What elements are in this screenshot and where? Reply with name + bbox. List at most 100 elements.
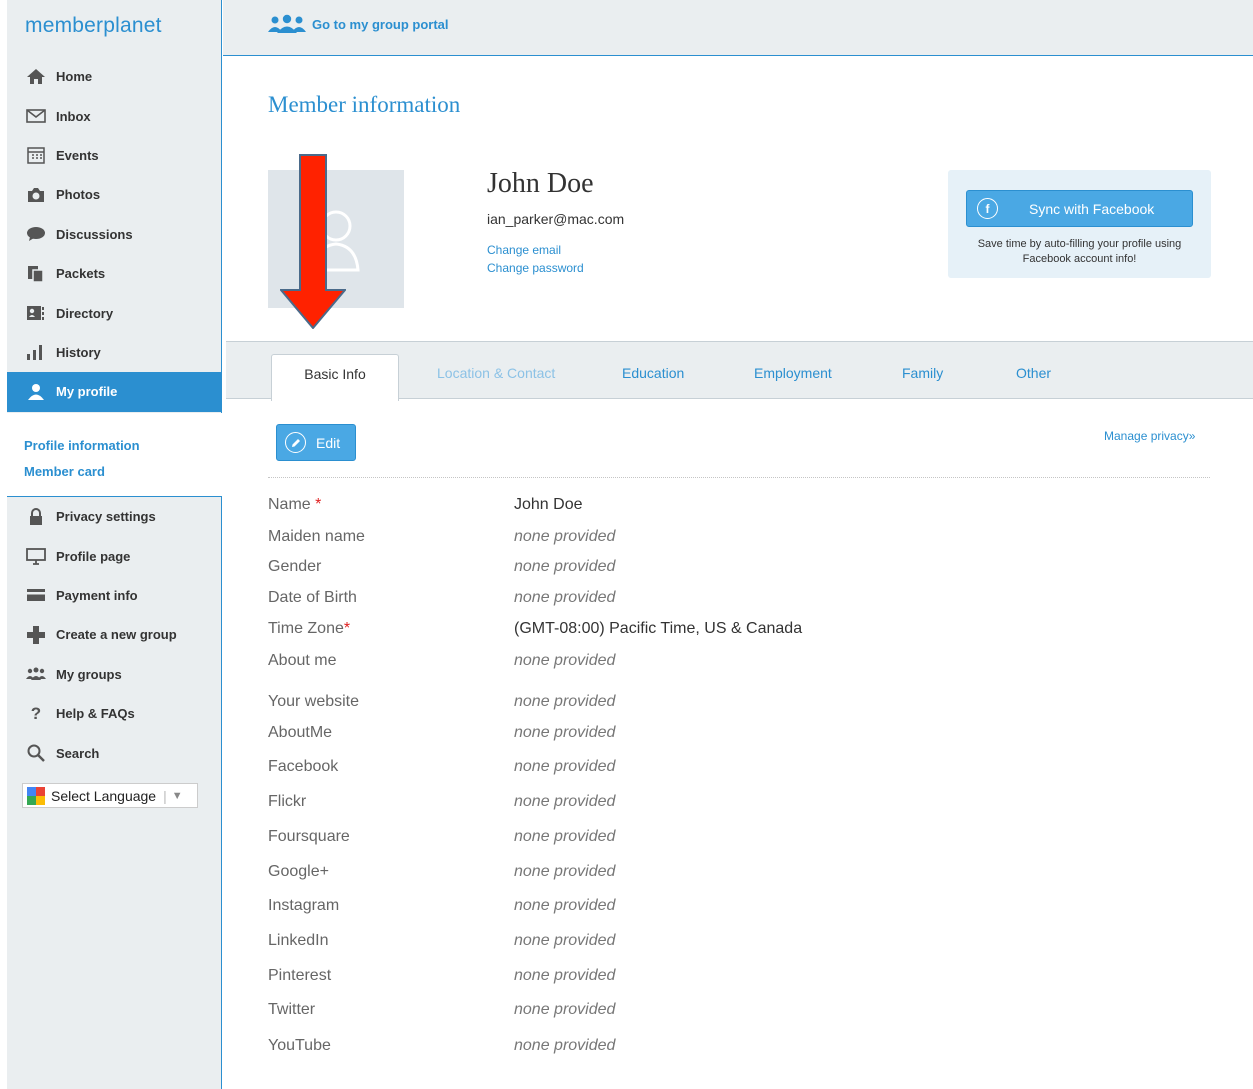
sidebar-item-my-groups[interactable]: My groups: [7, 655, 222, 694]
sidebar-item-help-faqs[interactable]: ? Help & FAQs: [7, 694, 222, 733]
field-label-instagram: Instagram: [268, 897, 340, 914]
tab-education[interactable]: Education: [622, 365, 684, 381]
question-icon: ?: [30, 703, 42, 723]
sidebar-item-directory[interactable]: Directory: [7, 293, 222, 332]
tab-employment[interactable]: Employment: [754, 365, 832, 381]
group-portal-link[interactable]: Go to my group portal: [268, 14, 449, 34]
subnav-profile-information[interactable]: Profile information: [24, 433, 222, 459]
language-select-divider: |: [163, 787, 167, 804]
sidebar-item-label: Payment info: [56, 587, 138, 603]
sidebar-item-label: Photos: [56, 187, 101, 203]
sync-facebook-label: Sync with Facebook: [1029, 200, 1155, 217]
plus-icon: [25, 625, 47, 644]
field-label-text: Name: [268, 496, 311, 513]
sidebar-item-my-profile[interactable]: My profile: [7, 372, 222, 412]
required-marker: *: [343, 620, 351, 637]
sidebar-item-photos[interactable]: Photos: [7, 175, 222, 214]
group-portal-label: Go to my group portal: [312, 16, 449, 32]
field-value-facebook: none provided: [514, 758, 616, 775]
sidebar-item-profile-page[interactable]: Profile page: [7, 536, 222, 575]
address-card-icon: [25, 304, 47, 322]
speech-bubble-icon: [25, 225, 47, 243]
sidebar-item-label: Packets: [56, 266, 106, 282]
tab-location-contact[interactable]: Location & Contact: [437, 365, 555, 381]
envelope-icon: [25, 107, 47, 125]
camera-icon: [25, 186, 47, 204]
field-label-gender: Gender: [268, 558, 322, 575]
sidebar-item-inbox[interactable]: Inbox: [7, 96, 222, 135]
field-value-instagram: none provided: [514, 897, 616, 914]
profile-subnav: Profile information Member card: [7, 413, 222, 497]
sidebar-item-label: Discussions: [56, 226, 133, 242]
manage-privacy-link[interactable]: Manage privacy»: [1104, 429, 1195, 443]
field-label-flickr: Flickr: [268, 793, 307, 810]
sidebar-item-home[interactable]: Home: [7, 57, 222, 96]
monitor-icon: [25, 547, 47, 565]
facebook-icon: f: [977, 198, 998, 219]
tab-other[interactable]: Other: [1016, 365, 1051, 381]
field-label-twitter: Twitter: [268, 1001, 316, 1018]
sidebar-item-privacy-settings[interactable]: Privacy settings: [7, 497, 222, 536]
memberplanet-logo[interactable]: memberplanet: [25, 14, 162, 38]
main-nav: Home Inbox Events Photos Discussions Pac…: [7, 57, 222, 412]
google-translate-icon: [27, 786, 45, 805]
field-label-pinterest: Pinterest: [268, 967, 332, 984]
field-value-google-plus: none provided: [514, 863, 616, 880]
language-select[interactable]: Select Language | ▼: [22, 783, 198, 808]
page-title: Member information: [268, 92, 461, 117]
field-label-your-website: Your website: [268, 693, 360, 710]
topbar: Go to my group portal: [223, 0, 1253, 56]
search-icon: [25, 744, 47, 762]
sidebar-item-label: Help & FAQs: [56, 706, 135, 722]
change-password-link[interactable]: Change password: [487, 261, 584, 275]
lock-icon: [25, 507, 47, 526]
field-value-your-website: none provided: [514, 693, 616, 710]
sidebar-item-label: History: [56, 344, 101, 360]
sidebar-item-history[interactable]: History: [7, 333, 222, 372]
profile-tabs: Basic Info Location & Contact Education …: [226, 341, 1253, 401]
field-label-date-of-birth: Date of Birth: [268, 589, 357, 606]
sidebar-item-label: My profile: [56, 384, 118, 400]
pencil-icon: [285, 432, 306, 453]
packets-icon: [25, 265, 47, 283]
subnav-member-card[interactable]: Member card: [24, 459, 222, 485]
tab-family[interactable]: Family: [902, 365, 943, 381]
field-value-gender: none provided: [514, 558, 616, 575]
sidebar-item-label: Privacy settings: [56, 509, 156, 525]
field-label-text: Time Zone: [268, 620, 344, 637]
change-email-link[interactable]: Change email: [487, 243, 561, 257]
edit-label: Edit: [316, 434, 341, 451]
sidebar-item-events[interactable]: Events: [7, 136, 222, 175]
sidebar-item-packets[interactable]: Packets: [7, 254, 222, 293]
field-label-time-zone: Time Zone*: [268, 620, 350, 638]
group-icon: [25, 665, 47, 683]
field-value-flickr: none provided: [514, 793, 616, 810]
field-label-facebook: Facebook: [268, 758, 339, 775]
sidebar-item-label: My groups: [56, 666, 122, 682]
facebook-note-line2: Facebook account info!: [1022, 253, 1137, 265]
member-name: John Doe: [487, 168, 594, 199]
sidebar-item-create-new-group[interactable]: Create a new group: [7, 615, 222, 654]
field-value-twitter: none provided: [514, 1001, 616, 1018]
sync-facebook-button[interactable]: f Sync with Facebook: [966, 190, 1193, 227]
field-value-aboutme: none provided: [514, 724, 616, 741]
tab-basic-info[interactable]: Basic Info: [271, 354, 399, 401]
bar-chart-icon: [25, 343, 47, 361]
sidebar: memberplanet Home Inbox Events Photos Di…: [7, 0, 222, 1089]
edit-button[interactable]: Edit: [276, 424, 356, 461]
field-value-pinterest: none provided: [514, 967, 616, 984]
field-value-time-zone: (GMT-08:00) Pacific Time, US & Canada: [514, 620, 803, 637]
sidebar-item-label: Search: [56, 745, 100, 761]
member-email: ian_parker@mac.com: [487, 211, 625, 227]
sidebar-item-discussions[interactable]: Discussions: [7, 215, 222, 254]
field-label-youtube: YouTube: [268, 1037, 331, 1054]
dropdown-caret-icon: ▼: [171, 789, 183, 802]
field-value-name: John Doe: [514, 496, 583, 513]
field-value-youtube: none provided: [514, 1037, 616, 1054]
sidebar-item-label: Home: [56, 69, 93, 85]
facebook-sync-panel: f Sync with Facebook Save time by auto-f…: [948, 170, 1211, 278]
sidebar-item-search[interactable]: Search: [7, 733, 222, 772]
sidebar-item-label: Events: [56, 147, 99, 163]
sidebar-item-payment-info[interactable]: Payment info: [7, 576, 222, 615]
field-label-about-me: About me: [268, 652, 337, 669]
